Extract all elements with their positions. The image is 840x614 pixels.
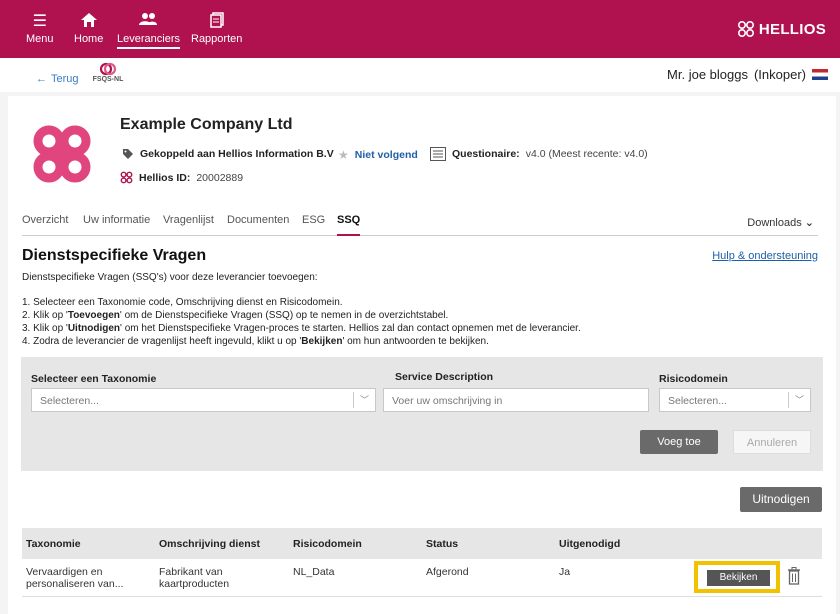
follow-toggle[interactable]: ★ Niet volgend [338, 148, 418, 162]
step-3: 3. Klik op 'Uitnodigen' om het Dienstspe… [22, 323, 581, 334]
nav-home[interactable]: Home [74, 12, 103, 47]
nav-suppliers[interactable]: Leveranciers [117, 12, 180, 49]
downloads-dropdown[interactable]: Downloads ⌄ [747, 216, 814, 229]
tab-uw-informatie[interactable]: Uw informatie [83, 214, 150, 236]
star-icon: ★ [338, 148, 349, 162]
cell-invited: Ja [559, 566, 571, 578]
hellios-knot-icon [737, 20, 754, 38]
home-icon [74, 12, 103, 32]
fsqs-nl-logo: FSQS-NL [88, 62, 128, 83]
users-icon [117, 12, 180, 32]
tag-icon [123, 149, 133, 159]
add-button[interactable]: Voeg toe [640, 430, 718, 454]
column-header: Uitgenodigd [559, 538, 621, 550]
cell-service: Fabrikant van kaartproducten [159, 566, 230, 590]
column-header: Omschrijving dienst [159, 538, 260, 550]
step-1: 1. Selecteer een Taxonomie code, Omschri… [22, 297, 343, 308]
help-link[interactable]: Hulp & ondersteuning [712, 250, 818, 262]
cell-status: Afgerond [426, 566, 469, 578]
step-2: 2. Klik op 'Toevoegen' om de Dienstspeci… [22, 310, 449, 321]
sub-header: ← Terug FSQS-NL Mr. joe bloggs (Inkoper) [0, 58, 840, 92]
company-name: Example Company Ltd [120, 116, 293, 133]
chevron-down-icon: ﹀ [353, 392, 375, 408]
risk-domain-select[interactable]: Selecteren... ﹀ [659, 388, 811, 412]
view-button[interactable]: Bekijken [707, 570, 770, 586]
service-label: Service Description [395, 371, 494, 383]
tab-overzicht[interactable]: Overzicht [22, 214, 68, 236]
tab-vragenlijst[interactable]: Vragenlijst [163, 214, 214, 236]
cell-taxonomy: Vervaardigen en personaliseren van... [26, 566, 124, 590]
back-link[interactable]: ← Terug [36, 73, 79, 85]
chevron-down-icon: ﹀ [788, 392, 810, 408]
hellios-logo[interactable]: HELLIOS [737, 20, 826, 38]
supplier-card: Example Company Ltd Gekoppeld aan Hellio… [8, 96, 836, 614]
table-header: Taxonomie Omschrijving dienst Risicodome… [22, 528, 822, 559]
cell-risk: NL_Data [293, 566, 335, 578]
questionnaire-info: Questionaire: v4.0 (Meest recente: v4.0) [430, 147, 648, 161]
service-description-input[interactable]: Voer uw omschrijving in [383, 388, 649, 412]
invite-button[interactable]: Uitnodigen [740, 487, 822, 512]
taxonomy-label: Selecteer een Taxonomie [31, 373, 157, 385]
section-title: Dienstspecifieke Vragen [22, 247, 207, 264]
tab-documenten[interactable]: Documenten [227, 214, 289, 236]
hamburger-icon: ☰ [32, 13, 47, 30]
column-header: Taxonomie [26, 538, 81, 550]
trash-icon[interactable] [786, 566, 802, 586]
chevron-down-icon: ⌄ [804, 217, 814, 229]
nav-menu[interactable]: ☰ Menu [26, 12, 54, 47]
section-intro: Dienstspecifieke Vragen (SSQ's) voor dez… [22, 272, 318, 283]
linked-info: Gekoppeld aan Hellios Information B.V [122, 148, 334, 160]
column-header: Risicodomein [293, 538, 362, 550]
tab-ssq[interactable]: SSQ [337, 214, 361, 236]
reports-icon [191, 12, 242, 32]
step-4: 4. Zodra de leverancier de vragenlijst h… [22, 336, 489, 347]
risk-label: Risicodomein [659, 373, 728, 385]
hellios-knot-icon [120, 171, 133, 184]
top-navigation: ☰ Menu Home Leveranciers Rapporten HELLI… [0, 0, 840, 58]
list-icon [430, 147, 446, 161]
arrow-left-icon: ← [36, 73, 47, 85]
tab-esg[interactable]: ESG [302, 214, 325, 236]
nav-reports[interactable]: Rapporten [191, 12, 242, 47]
tab-bar: Overzicht Uw informatie Vragenlijst Docu… [22, 214, 818, 236]
company-logo [26, 118, 98, 190]
column-header: Status [426, 538, 459, 550]
taxonomy-select[interactable]: Selecteren... ﹀ [31, 388, 376, 412]
ssq-form-panel: Selecteer een Taxonomie Selecteren... ﹀ … [21, 357, 823, 471]
dutch-flag-icon[interactable] [812, 69, 828, 80]
instructions-list: 1. Selecteer een Taxonomie code, Omschri… [22, 296, 581, 348]
cancel-button[interactable]: Annuleren [733, 430, 811, 454]
hellios-id: Hellios ID: 20002889 [120, 171, 243, 184]
user-menu[interactable]: Mr. joe bloggs (Inkoper) [667, 67, 828, 82]
